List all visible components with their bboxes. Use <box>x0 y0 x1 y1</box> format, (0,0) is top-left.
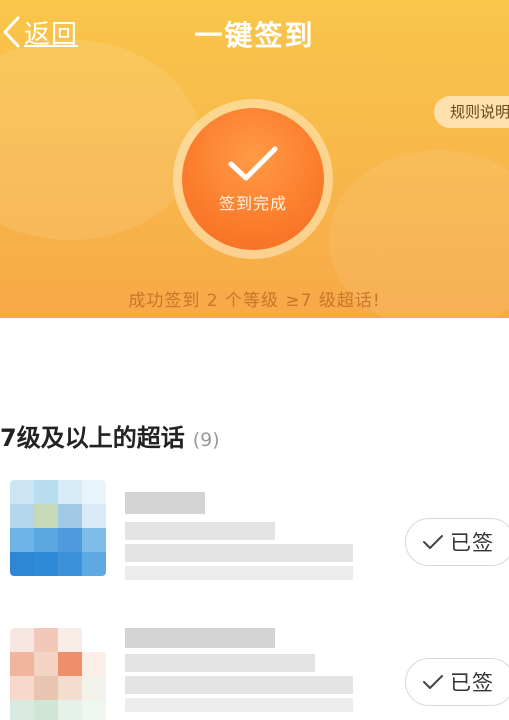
checkin-result-message: 成功签到 2 个等级 ≥7 级超话! <box>128 291 381 311</box>
rules-button[interactable]: 规则说明 <box>434 96 509 128</box>
signed-label: 已签 <box>450 531 494 555</box>
list-item[interactable]: 已签 <box>0 616 509 720</box>
topic-name-blurred <box>125 628 275 648</box>
checkin-status-text: 签到完成 <box>218 194 287 213</box>
signed-button[interactable]: 已签 <box>405 658 509 706</box>
checkin-complete-badge: 签到完成 <box>182 108 324 250</box>
signed-label: 已签 <box>450 671 494 695</box>
list-item[interactable]: 已签 <box>0 478 509 608</box>
page-title: 一键签到 <box>194 19 315 52</box>
signed-button[interactable]: 已签 <box>405 518 509 566</box>
topic-info-blurred <box>125 654 315 672</box>
check-small-icon <box>423 535 443 549</box>
topic-info-blurred <box>125 522 275 540</box>
checkmark-icon <box>228 146 278 181</box>
topic-avatar-blurred <box>10 628 106 720</box>
topic-info-blurred <box>125 566 353 580</box>
section-count: (9) <box>192 429 220 451</box>
check-small-icon <box>423 675 443 689</box>
section-title: 7级及以上的超话 <box>0 424 185 452</box>
topic-name-blurred <box>125 492 205 514</box>
topic-info-blurred <box>125 698 353 712</box>
section-header: 7级及以上的超话 (9) <box>0 418 220 452</box>
topic-info-blurred <box>125 676 353 694</box>
topic-info-blurred <box>125 544 353 562</box>
checkin-header: 返回 一键签到 规则说明 签到完成 成功签到 2 个等级 ≥7 级超话! <box>0 0 509 318</box>
topic-avatar-blurred <box>10 480 106 576</box>
